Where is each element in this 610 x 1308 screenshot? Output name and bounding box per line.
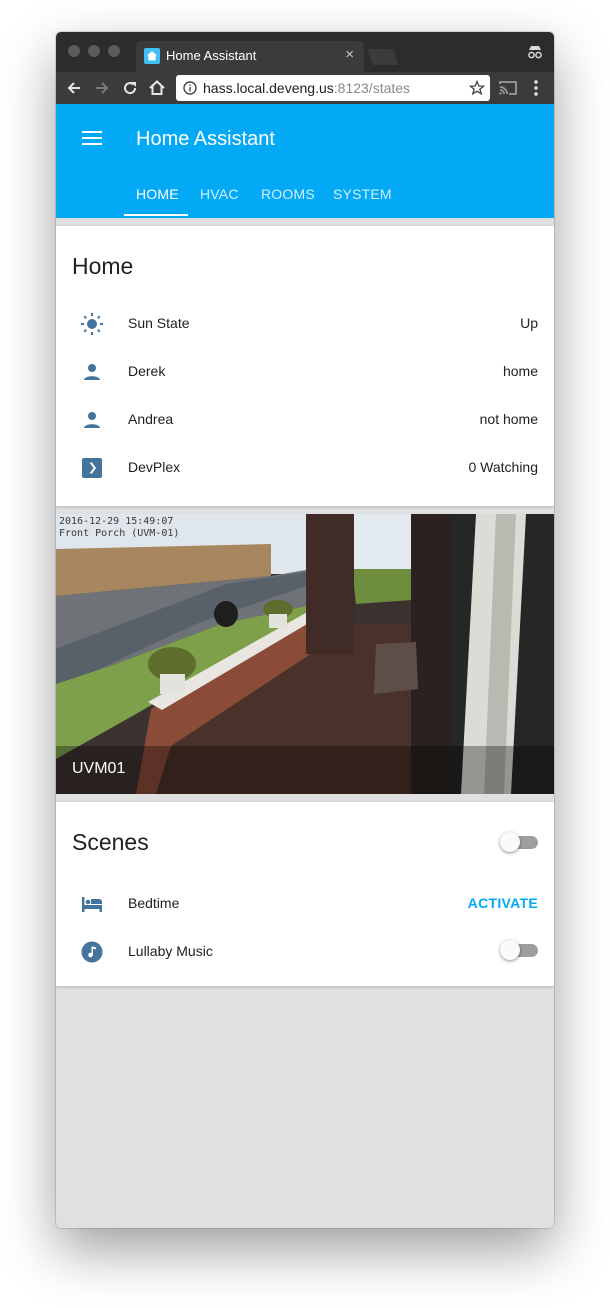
site-info-icon[interactable]: [183, 81, 197, 95]
browser-window: Home Assistant × hass.local.deveng.us:81…: [56, 32, 554, 1228]
toggle-thumb: [500, 940, 520, 960]
close-window-button[interactable]: [68, 45, 80, 57]
home-assistant-favicon-icon: [144, 48, 160, 64]
entity-name: Derek: [128, 363, 166, 379]
entity-state: not home: [479, 411, 538, 427]
scene-row-lullaby-music: Lullaby Music: [56, 930, 554, 970]
entity-name: Andrea: [128, 411, 174, 427]
camera-name: UVM01: [72, 760, 126, 777]
entity-state: Up: [520, 315, 538, 331]
main-content: Home Sun State Up Derek home Andrea not …: [56, 218, 554, 1228]
person-icon: [84, 412, 100, 428]
forward-arrow-icon[interactable]: [92, 78, 112, 98]
bed-icon: [82, 897, 102, 912]
address-bar[interactable]: hass.local.deveng.us:8123/states: [176, 75, 490, 101]
person-icon: [84, 364, 100, 380]
minimize-window-button[interactable]: [88, 45, 100, 57]
browser-tab[interactable]: Home Assistant ×: [136, 41, 364, 72]
entity-row-andrea[interactable]: Andrea not home: [56, 398, 554, 438]
active-tab-indicator: [124, 214, 188, 216]
url-port-path: :8123/states: [333, 80, 411, 96]
tab-title: Home Assistant: [166, 48, 257, 63]
url-text: hass.local.deveng.us:8123/states: [203, 80, 410, 96]
home-card-title: Home: [72, 253, 134, 279]
camera-overlay-datetime: 2016-12-29 15:49:07: [59, 516, 174, 527]
scenes-card: Scenes Bedtime ACTIVATE Lullaby Music: [56, 802, 554, 986]
toggle-thumb: [500, 832, 520, 852]
scene-name: Lullaby Music: [128, 943, 213, 959]
bookmark-star-icon[interactable]: [469, 80, 485, 96]
camera-card[interactable]: 2016-12-29 15:49:07 Front Porch (UVM-01)…: [56, 514, 554, 794]
menu-hamburger-icon[interactable]: [82, 130, 102, 146]
reload-icon[interactable]: [120, 78, 140, 98]
cast-icon[interactable]: [498, 78, 518, 98]
entity-name: Sun State: [128, 315, 190, 331]
incognito-icon: [528, 46, 542, 59]
sun-icon: [81, 313, 103, 335]
scene-row-bedtime: Bedtime ACTIVATE: [56, 882, 554, 922]
camera-caption: UVM01: [56, 746, 554, 794]
browser-titlebar: Home Assistant ×: [56, 32, 554, 72]
entity-state: 0 Watching: [468, 459, 538, 475]
home-card: Home Sun State Up Derek home Andrea not …: [56, 226, 554, 506]
camera-timestamp-overlay: 2016-12-29 15:49:07 Front Porch (UVM-01): [59, 516, 179, 540]
zoom-window-button[interactable]: [108, 45, 120, 57]
activate-scene-button[interactable]: ACTIVATE: [468, 895, 538, 911]
tab-system[interactable]: SYSTEM: [333, 186, 392, 218]
entity-row-derek[interactable]: Derek home: [56, 350, 554, 390]
lullaby-music-toggle[interactable]: [500, 939, 538, 961]
app-title: Home Assistant: [136, 128, 275, 150]
tab-rooms[interactable]: ROOMS: [261, 186, 315, 218]
entity-name: DevPlex: [128, 459, 181, 475]
home-icon[interactable]: [147, 78, 167, 98]
plex-icon: [82, 458, 102, 478]
new-tab-button[interactable]: [367, 49, 399, 65]
camera-overlay-label: Front Porch (UVM-01): [59, 528, 180, 539]
more-options-icon[interactable]: [526, 78, 546, 98]
back-arrow-icon[interactable]: [64, 78, 84, 98]
scenes-group-toggle[interactable]: [500, 831, 538, 853]
entity-state: home: [502, 363, 538, 379]
music-note-icon: [81, 941, 103, 963]
entity-row-sun[interactable]: Sun State Up: [56, 302, 554, 342]
browser-toolbar: hass.local.deveng.us:8123/states: [56, 72, 554, 104]
scene-name: Bedtime: [128, 895, 180, 911]
entity-row-devplex[interactable]: DevPlex 0 Watching: [56, 446, 554, 486]
url-host: hass.local.deveng.us: [203, 80, 334, 96]
tab-close-icon[interactable]: ×: [345, 46, 354, 63]
scenes-card-title: Scenes: [72, 829, 149, 855]
tab-hvac[interactable]: HVAC: [200, 186, 239, 218]
app-header: Home Assistant HOME HVAC ROOMS SYSTEM: [56, 104, 554, 218]
